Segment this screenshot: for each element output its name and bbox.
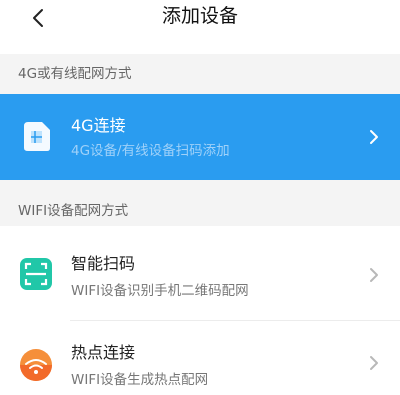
option-hotspot-title: 热点连接 <box>71 343 136 362</box>
option-smart-scan-title: 智能扫码 <box>71 254 136 273</box>
option-4g-subtitle: 4G设备/有线设备扫码添加 <box>71 143 230 159</box>
option-4g-connect[interactable]: 4G连接 4G设备/有线设备扫码添加 <box>0 94 400 180</box>
option-hotspot-connect[interactable]: 热点连接 WIFI设备生成热点配网 <box>0 321 400 395</box>
chevron-right-icon <box>370 268 378 282</box>
nav-header: 添加设备 <box>0 0 400 44</box>
option-smart-scan[interactable]: 智能扫码 WIFI设备识别手机二维码配网 <box>0 226 400 320</box>
option-hotspot-subtitle: WIFI设备生成热点配网 <box>71 372 209 388</box>
page-title: 添加设备 <box>161 5 238 27</box>
chevron-right-icon <box>370 130 378 144</box>
section-header-wired: 4G或有线配网方式 <box>0 54 400 94</box>
section-header-wifi: WIFI设备配网方式 <box>0 180 400 226</box>
option-smart-scan-subtitle: WIFI设备识别手机二维码配网 <box>71 283 249 299</box>
hotspot-icon <box>20 349 52 381</box>
option-4g-title: 4G连接 <box>71 116 126 135</box>
qr-scan-icon <box>20 258 52 290</box>
chevron-right-icon <box>370 356 378 370</box>
sim-card-icon <box>24 122 50 151</box>
